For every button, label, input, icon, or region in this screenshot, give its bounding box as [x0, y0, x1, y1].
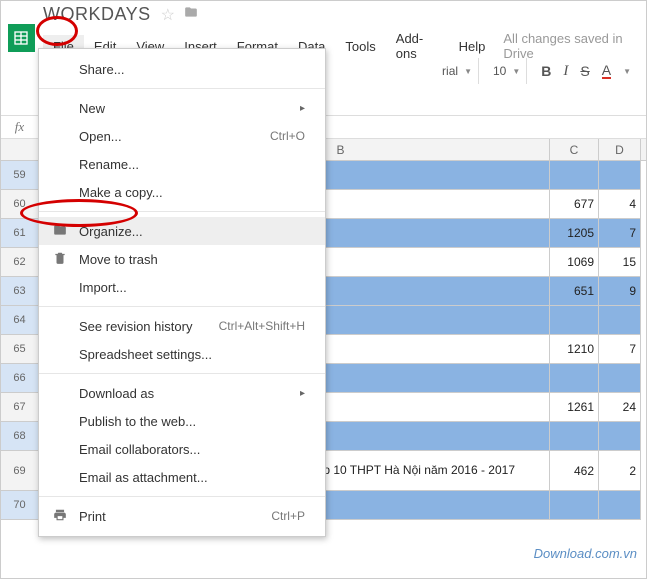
cell[interactable] — [599, 491, 641, 520]
menu-separator — [39, 88, 325, 89]
column-header-d[interactable]: D — [599, 139, 641, 161]
submenu-arrow-icon: ▸ — [300, 388, 305, 399]
star-icon[interactable]: ☆ — [161, 5, 175, 25]
caret-icon: ▼ — [464, 67, 472, 76]
row-header[interactable]: 61 — [0, 219, 40, 248]
row-header[interactable]: 70 — [0, 491, 40, 520]
cell[interactable]: 4 — [599, 190, 641, 219]
menu-share[interactable]: Share... — [39, 55, 325, 83]
shortcut-label: Ctrl+Alt+Shift+H — [219, 319, 305, 333]
fx-label: fx — [0, 119, 40, 135]
text-color-button[interactable]: A — [602, 63, 611, 79]
cell[interactable]: 24 — [599, 393, 641, 422]
cell[interactable] — [550, 306, 599, 335]
strikethrough-button[interactable]: S — [580, 63, 589, 79]
cell[interactable]: 1069 — [550, 248, 599, 277]
cell[interactable]: 7 — [599, 335, 641, 364]
toolbar: rial ▼ 10 ▼ B I S A ▼ — [436, 58, 637, 84]
row-header[interactable]: 63 — [0, 277, 40, 306]
font-size-selector[interactable]: 10 — [493, 64, 506, 78]
menu-separator — [39, 306, 325, 307]
menu-import[interactable]: Import... — [39, 273, 325, 301]
sheets-logo — [8, 24, 35, 52]
cell[interactable] — [550, 364, 599, 393]
menu-new[interactable]: New▸ — [39, 94, 325, 122]
menu-email-attachment[interactable]: Email as attachment... — [39, 463, 325, 491]
row-header[interactable]: 62 — [0, 248, 40, 277]
cell[interactable] — [599, 306, 641, 335]
watermark: Download.com.vn — [534, 546, 637, 561]
menu-move-to-trash[interactable]: Move to trash — [39, 245, 325, 273]
row-header[interactable]: 65 — [0, 335, 40, 364]
menu-download-as[interactable]: Download as▸ — [39, 379, 325, 407]
menu-spreadsheet-settings[interactable]: Spreadsheet settings... — [39, 340, 325, 368]
cell[interactable]: 9 — [599, 277, 641, 306]
cell[interactable]: 7 — [599, 219, 641, 248]
folder-icon[interactable] — [183, 5, 199, 24]
menu-make-copy[interactable]: Make a copy... — [39, 178, 325, 206]
menu-tools[interactable]: Tools — [335, 35, 385, 58]
menu-separator — [39, 373, 325, 374]
cell[interactable]: 462 — [550, 451, 599, 491]
menu-rename[interactable]: Rename... — [39, 150, 325, 178]
cell[interactable]: 651 — [550, 277, 599, 306]
menu-revision-history[interactable]: See revision historyCtrl+Alt+Shift+H — [39, 312, 325, 340]
submenu-arrow-icon: ▸ — [300, 103, 305, 114]
row-header[interactable]: 66 — [0, 364, 40, 393]
menu-publish-web[interactable]: Publish to the web... — [39, 407, 325, 435]
cell[interactable] — [599, 422, 641, 451]
cell[interactable] — [550, 491, 599, 520]
file-menu-dropdown: Share... New▸ Open...Ctrl+O Rename... Ma… — [38, 48, 326, 537]
caret-icon: ▼ — [623, 67, 631, 76]
trash-icon — [51, 250, 69, 269]
caret-icon: ▼ — [512, 67, 520, 76]
cell[interactable]: 1205 — [550, 219, 599, 248]
row-header[interactable]: 69 — [0, 451, 40, 491]
menu-separator — [39, 496, 325, 497]
cell[interactable]: 677 — [550, 190, 599, 219]
italic-button[interactable]: I — [563, 63, 568, 80]
folder-icon — [51, 223, 69, 240]
shortcut-label: Ctrl+P — [271, 509, 305, 523]
row-header[interactable]: 67 — [0, 393, 40, 422]
menu-help[interactable]: Help — [449, 35, 496, 58]
menu-open[interactable]: Open...Ctrl+O — [39, 122, 325, 150]
font-selector[interactable]: rial — [442, 64, 458, 78]
menu-organize[interactable]: Organize... — [39, 217, 325, 245]
row-header[interactable]: 60 — [0, 190, 40, 219]
cell[interactable]: 15 — [599, 248, 641, 277]
row-header[interactable]: 59 — [0, 161, 40, 190]
cell[interactable]: 1210 — [550, 335, 599, 364]
cell[interactable]: 1261 — [550, 393, 599, 422]
select-all-corner[interactable] — [0, 139, 40, 161]
menu-separator — [39, 211, 325, 212]
document-title[interactable]: WORKDAYS — [43, 4, 151, 25]
row-header[interactable]: 64 — [0, 306, 40, 335]
column-header-c[interactable]: C — [550, 139, 599, 161]
save-status: All changes saved in Drive — [503, 31, 639, 61]
cell[interactable] — [599, 161, 641, 190]
cell[interactable] — [550, 422, 599, 451]
row-header[interactable]: 68 — [0, 422, 40, 451]
cell[interactable] — [599, 364, 641, 393]
menu-print[interactable]: PrintCtrl+P — [39, 502, 325, 530]
menu-email-collaborators[interactable]: Email collaborators... — [39, 435, 325, 463]
bold-button[interactable]: B — [541, 63, 551, 79]
print-icon — [51, 508, 69, 525]
shortcut-label: Ctrl+O — [270, 129, 305, 143]
cell[interactable]: 2 — [599, 451, 641, 491]
cell[interactable] — [550, 161, 599, 190]
